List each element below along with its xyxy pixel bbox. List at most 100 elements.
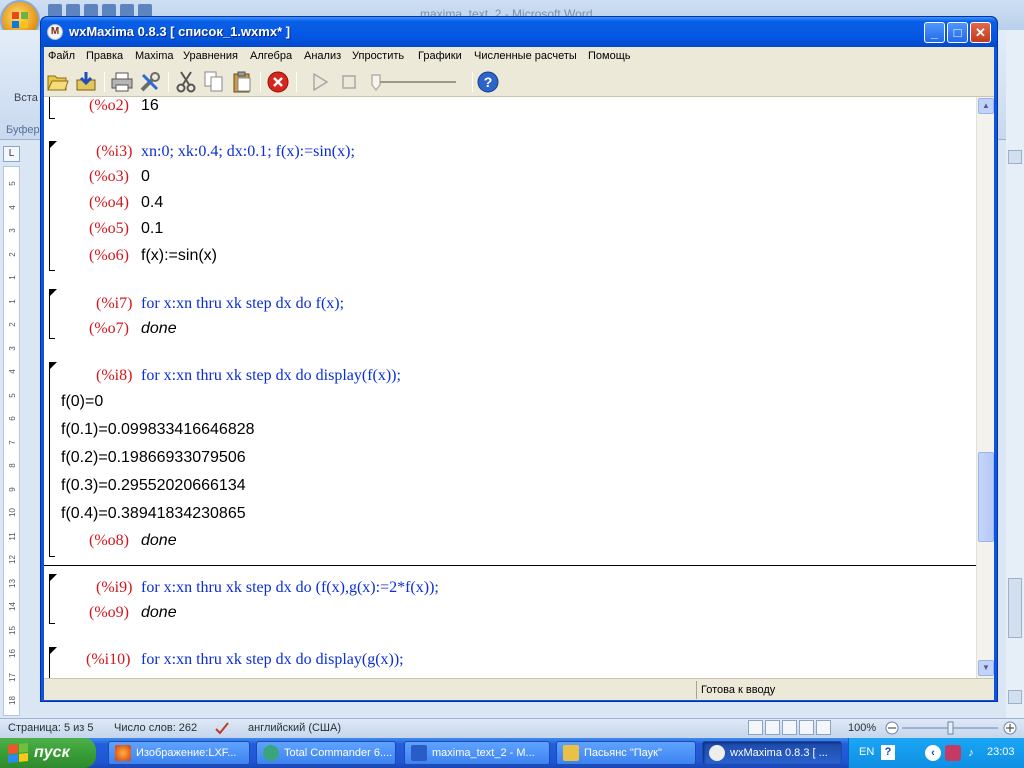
scroll-thumb[interactable] xyxy=(978,452,994,542)
task-button-image[interactable]: Изображение:LXF... xyxy=(108,741,250,765)
outline-icon[interactable] xyxy=(799,720,814,735)
ruler-tick-label: 3 xyxy=(8,345,17,351)
stop-icon[interactable] xyxy=(337,70,361,94)
toolbar-separator xyxy=(296,72,297,92)
language-indicator[interactable]: английский (США) xyxy=(248,722,341,734)
cell-fold-icon[interactable] xyxy=(49,647,57,655)
tab-selector[interactable]: L xyxy=(3,146,20,162)
word-count[interactable]: Число слов: 262 xyxy=(114,722,197,734)
menu-calculus[interactable]: Анализ xyxy=(304,50,341,62)
menu-algebra[interactable]: Алгебра xyxy=(250,50,292,62)
cell-bracket[interactable] xyxy=(49,141,55,271)
worksheet[interactable]: (%o2) 16 (%i3) xn:0; xk:0.4; dx:0.1; f(x… xyxy=(44,97,976,678)
paste-button[interactable]: Вста xyxy=(14,92,38,104)
output-value: done xyxy=(141,604,177,621)
full-screen-reading-icon[interactable] xyxy=(765,720,780,735)
menu-help[interactable]: Помощь xyxy=(588,50,631,62)
ruler-tick-label: 11 xyxy=(8,531,17,541)
window-title: wxMaxima 0.8.3 [ список_1.wxmx* ] xyxy=(69,24,291,39)
input-text[interactable]: for x:xn thru xk step dx do display(f(x)… xyxy=(141,367,401,385)
page-count[interactable]: Страница: 5 из 5 xyxy=(8,722,94,734)
web-layout-icon[interactable] xyxy=(782,720,797,735)
ruler-tick-label: 4 xyxy=(8,204,17,210)
cell-fold-icon[interactable] xyxy=(49,362,57,370)
menu-simplify[interactable]: Упростить xyxy=(352,50,404,62)
save-icon[interactable] xyxy=(74,70,98,94)
settings-icon[interactable] xyxy=(138,70,162,94)
ruler-tick-label: 15 xyxy=(8,625,17,635)
task-button-word[interactable]: maxima_text_2 - M... xyxy=(404,741,550,765)
output-value: 16 xyxy=(141,97,159,114)
print-icon[interactable] xyxy=(110,70,134,94)
cell-bracket[interactable] xyxy=(49,362,55,557)
wxmaxima-app-icon[interactable]: M xyxy=(47,24,63,40)
clock[interactable]: 23:03 xyxy=(987,746,1015,758)
proofing-icon[interactable] xyxy=(214,721,230,735)
play-icon[interactable] xyxy=(308,70,332,94)
output-value: 0.4 xyxy=(141,194,164,211)
task-button-wxmaxima[interactable]: wxMaxima 0.8.3 [ ... xyxy=(702,741,842,765)
ruler-tick-label: 17 xyxy=(8,672,17,682)
task-button-total-commander[interactable]: Total Commander 6.... xyxy=(256,741,396,765)
active-cell-cursor-line xyxy=(44,565,976,566)
cell-fold-icon[interactable] xyxy=(49,289,57,297)
output-value: 0.1 xyxy=(141,220,164,237)
draft-icon[interactable] xyxy=(816,720,831,735)
scroll-down-icon[interactable]: ▼ xyxy=(978,660,994,676)
paste-icon[interactable] xyxy=(230,70,254,94)
cell-fold-icon[interactable] xyxy=(49,141,57,149)
scroll-up-icon[interactable]: ▲ xyxy=(978,98,994,114)
print-layout-icon[interactable] xyxy=(748,720,763,735)
animation-slider[interactable] xyxy=(370,73,460,91)
open-icon[interactable] xyxy=(46,70,70,94)
volume-icon[interactable]: ♪ xyxy=(963,745,979,761)
input-label: (%i10) xyxy=(86,651,131,668)
interrupt-icon[interactable] xyxy=(266,70,290,94)
menu-edit[interactable]: Правка xyxy=(86,50,123,62)
word-right-panel xyxy=(1006,30,1024,718)
menu-file[interactable]: Файл xyxy=(48,50,75,62)
menu-plotting[interactable]: Графики xyxy=(418,50,462,62)
tray-app-icon[interactable] xyxy=(945,745,961,761)
help-tray-icon[interactable]: ? xyxy=(881,745,895,760)
menu-equations[interactable]: Уравнения xyxy=(183,50,238,62)
input-text[interactable]: for x:xn thru xk step dx do (f(x),g(x):=… xyxy=(141,579,439,597)
copy-icon[interactable] xyxy=(202,70,226,94)
ruler-toggle-icon[interactable] xyxy=(1008,150,1022,164)
vertical-scrollbar[interactable]: ▲ ▼ xyxy=(976,97,994,678)
word-scroll-thumb[interactable] xyxy=(1008,578,1022,638)
input-label: (%i7) xyxy=(96,295,133,312)
input-text[interactable]: for x:xn thru xk step dx do f(x); xyxy=(141,295,344,313)
task-button-spider-solitaire[interactable]: Пасьянс "Паук" xyxy=(556,741,696,765)
start-button[interactable]: пуск xyxy=(0,738,96,768)
minimize-button[interactable]: _ xyxy=(924,22,945,43)
total-commander-icon xyxy=(263,745,279,761)
ruler-tick-label: 4 xyxy=(8,369,17,374)
cell-fold-icon[interactable] xyxy=(49,574,57,582)
wxmaxima-titlebar[interactable]: M wxMaxima 0.8.3 [ список_1.wxmx* ] _ □ … xyxy=(41,17,997,47)
output-label: (%o5) xyxy=(89,220,129,237)
windows-flag-icon xyxy=(8,742,28,764)
language-bar[interactable]: EN xyxy=(859,746,874,758)
ruler-tick-label: 16 xyxy=(8,649,17,658)
display-output: f(0)=0 xyxy=(61,393,104,410)
word-scroll-down-icon[interactable] xyxy=(1008,690,1022,704)
display-output: f(0.3)=0.29552020666134 xyxy=(61,477,246,494)
cut-icon[interactable] xyxy=(174,70,198,94)
input-label: (%i3) xyxy=(96,143,133,160)
help-icon[interactable]: ? xyxy=(476,70,500,94)
cell-bracket[interactable] xyxy=(49,97,55,119)
input-text[interactable]: xn:0; xk:0.4; dx:0.1; f(x):=sin(x); xyxy=(141,143,355,161)
menu-numeric[interactable]: Численные расчеты xyxy=(474,50,577,62)
input-text[interactable]: for x:xn thru xk step dx do display(g(x)… xyxy=(141,651,404,669)
output-label: (%o6) xyxy=(89,247,129,264)
toolbar-separator xyxy=(104,72,105,92)
zoom-slider[interactable] xyxy=(868,720,1018,736)
ruler-tick-label: 6 xyxy=(8,416,17,421)
wxmaxima-icon xyxy=(709,745,725,761)
maximize-button[interactable]: □ xyxy=(947,22,968,43)
menu-maxima[interactable]: Maxima xyxy=(135,50,174,62)
show-hidden-icons-icon[interactable]: ‹ xyxy=(925,745,941,761)
close-button[interactable]: ✕ xyxy=(970,22,991,43)
display-output: f(0.4)=0.38941834230865 xyxy=(61,505,246,522)
